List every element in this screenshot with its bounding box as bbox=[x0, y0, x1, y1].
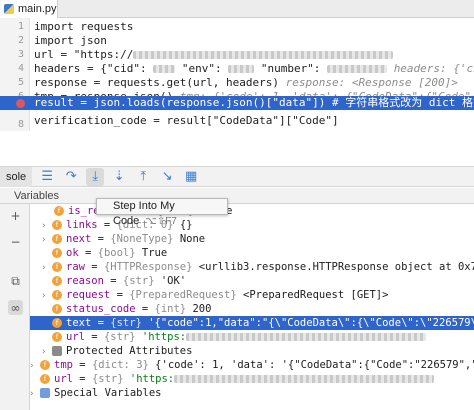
step-into-my-code-tooltip: Step Into My Code ⌥⇧F7 bbox=[96, 198, 228, 227]
field-icon: f bbox=[52, 234, 62, 244]
chevron-right-icon[interactable]: › bbox=[42, 345, 52, 359]
glasses-icon[interactable]: ∞ bbox=[8, 300, 23, 315]
chevron-right-icon[interactable]: › bbox=[42, 233, 52, 247]
field-icon: f bbox=[52, 276, 62, 286]
step-into-icon[interactable]: ⤓ bbox=[86, 167, 105, 186]
variable-row[interactable]: f ok = {bool} True bbox=[30, 246, 474, 260]
redacted-text bbox=[133, 51, 394, 59]
line-number: 8 bbox=[17, 119, 24, 130]
redacted-text bbox=[153, 65, 176, 73]
debug-toolbar: sole ☰ ↷ ⤓ ⇣ ⤒ ↘ ▦ bbox=[0, 166, 474, 187]
protected-attributes-icon bbox=[52, 346, 62, 356]
line-number: 3 bbox=[17, 49, 24, 60]
variables-panel-header: Variables bbox=[0, 188, 474, 204]
tab-label: main.py bbox=[18, 3, 57, 15]
variable-row[interactable]: › f request = {PreparedRequest} <PreparedR… bbox=[30, 288, 474, 302]
step-out-icon[interactable]: ⤒ bbox=[134, 168, 152, 186]
chevron-right-icon[interactable]: › bbox=[30, 387, 40, 401]
field-icon: f bbox=[52, 318, 62, 328]
variable-row[interactable]: ›flinks = {dict: 0} {} bbox=[30, 218, 474, 232]
variable-row[interactable]: › Protected Attributes bbox=[30, 344, 474, 358]
console-tab[interactable]: sole bbox=[0, 166, 33, 187]
redacted-text bbox=[228, 65, 255, 73]
variable-row-selected[interactable]: f text = {str} '{"code":1,"data":"{\"Code… bbox=[30, 316, 474, 330]
line-number: 4 bbox=[17, 63, 24, 74]
python-file-icon bbox=[4, 4, 14, 14]
chevron-right-icon[interactable]: › bbox=[42, 219, 52, 233]
run-to-cursor-icon[interactable]: ↘ bbox=[158, 168, 176, 186]
evaluate-icon[interactable]: ▦ bbox=[182, 168, 200, 186]
code-line-3: url = "https:// bbox=[34, 48, 394, 62]
field-icon: f bbox=[52, 304, 62, 314]
code-line-5: response = requests.get(url, headers) re… bbox=[34, 76, 458, 89]
chevron-right-icon[interactable]: › bbox=[42, 289, 52, 303]
code-line-1: import requests bbox=[34, 20, 134, 33]
editor-gutter[interactable]: 1 2 3 4 5 6 8 bbox=[0, 18, 30, 131]
variable-row[interactable]: › f next = {NoneType} None bbox=[30, 232, 474, 246]
redacted-text bbox=[174, 375, 435, 383]
current-execution-line[interactable]: result = json.loads(response.json()["dat… bbox=[0, 96, 474, 110]
special-variables-icon bbox=[40, 388, 50, 398]
step-over-icon[interactable]: ↷ bbox=[62, 168, 80, 186]
breakpoint-icon[interactable] bbox=[16, 99, 25, 108]
add-watch-icon[interactable]: + bbox=[8, 208, 23, 223]
variable-row[interactable]: › f tmp = {dict: 3} {'code': 1, 'data': '{… bbox=[30, 358, 474, 372]
variable-row[interactable]: f status_code = {int} 200 bbox=[30, 302, 474, 316]
tooltip-shortcut: ⌥⇧F7 bbox=[145, 216, 177, 227]
variables-side-toolbar: + − ⧉ ◉ ∞ bbox=[0, 204, 30, 410]
step-into-my-code-icon[interactable]: ⇣ bbox=[110, 168, 128, 186]
line-number: 2 bbox=[17, 35, 24, 46]
chevron-right-icon[interactable]: › bbox=[42, 261, 52, 275]
redacted-text bbox=[186, 333, 427, 341]
editor-tab-bar: main.py bbox=[0, 0, 474, 18]
redacted-text bbox=[327, 65, 388, 73]
field-icon: f bbox=[52, 290, 62, 300]
chevron-right-icon[interactable]: › bbox=[30, 359, 40, 373]
variable-row[interactable]: › Special Variables bbox=[30, 386, 474, 400]
field-icon: f bbox=[52, 220, 62, 230]
field-icon: f bbox=[40, 360, 50, 370]
tab-main-py[interactable]: main.py bbox=[0, 0, 58, 18]
editor-empty-area bbox=[0, 131, 474, 167]
copy-icon[interactable]: ⧉ bbox=[8, 274, 23, 289]
line-number: 5 bbox=[17, 77, 24, 88]
field-icon: f bbox=[54, 206, 64, 216]
field-icon: f bbox=[40, 374, 50, 384]
code-line-2: import json bbox=[34, 34, 107, 47]
code-line-7: result = json.loads(response.json()["dat… bbox=[34, 96, 474, 109]
code-line-4: headers = {"cid": "env": "number": heade… bbox=[34, 62, 474, 75]
variable-row[interactable]: › f raw = {HTTPResponse} <urllib3.response… bbox=[30, 260, 474, 274]
variable-row[interactable]: f url = {str} 'https: bbox=[30, 330, 474, 344]
variables-tree[interactable]: fis_redirect = {bool} False ›flinks = {d… bbox=[30, 204, 474, 410]
variable-row[interactable]: f url = {str} 'https: bbox=[30, 372, 474, 386]
menu-lines-icon[interactable]: ☰ bbox=[38, 168, 56, 186]
field-icon: f bbox=[52, 248, 62, 258]
code-line-8: verification_code = result["CodeData"]["… bbox=[34, 114, 339, 127]
variable-row[interactable]: f reason = {str} 'OK' bbox=[30, 274, 474, 288]
remove-icon[interactable]: − bbox=[8, 234, 23, 249]
field-icon: f bbox=[52, 262, 62, 272]
line-number: 1 bbox=[17, 21, 24, 32]
field-icon: f bbox=[52, 332, 62, 342]
